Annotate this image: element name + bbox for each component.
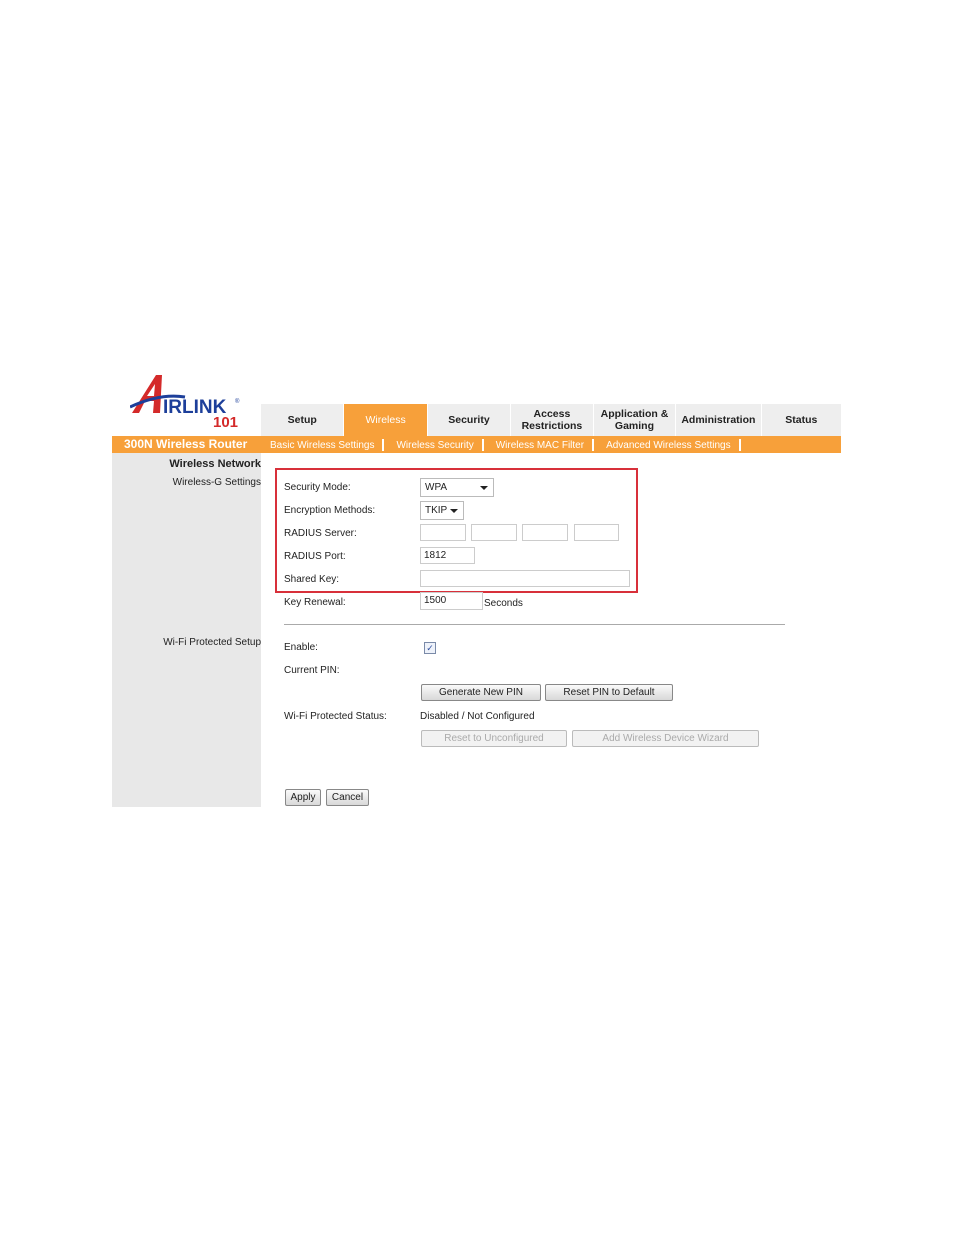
add-device-wizard-button[interactable]: Add Wireless Device Wizard [572, 730, 759, 747]
key-renewal-input[interactable]: 1500 [420, 592, 483, 610]
subnav-advanced-wireless[interactable]: Advanced Wireless Settings [594, 440, 739, 451]
key-renewal-label: Key Renewal: [284, 597, 346, 608]
wps-enable-label: Enable: [284, 642, 318, 653]
tab-status[interactable]: Status [762, 404, 841, 436]
radius-server-octet-4[interactable] [574, 524, 619, 541]
tab-setup[interactable]: Setup [261, 404, 345, 436]
tab-wireless[interactable]: Wireless [344, 404, 428, 436]
cancel-button[interactable]: Cancel [326, 789, 369, 806]
encryption-label: Encryption Methods: [284, 505, 376, 516]
product-name: 300N Wireless Router [124, 437, 248, 451]
reset-pin-button[interactable]: Reset PIN to Default [545, 684, 673, 701]
radius-port-label: RADIUS Port: [284, 551, 346, 562]
svg-text:101: 101 [213, 414, 238, 429]
radius-server-octet-2[interactable] [471, 524, 517, 541]
reset-unconfigured-button[interactable]: Reset to Unconfigured [421, 730, 567, 747]
encryption-value: TKIP [425, 505, 448, 516]
main-nav: Setup Wireless Security Access Restricti… [261, 404, 841, 436]
tab-application-gaming[interactable]: Application & Gaming [594, 404, 677, 436]
radius-server-octet-1[interactable] [420, 524, 466, 541]
airlink-logo: IRLINK ® 101 [130, 375, 240, 429]
radius-port-input[interactable]: 1812 [420, 547, 475, 564]
tab-security[interactable]: Security [428, 404, 512, 436]
subnav-wireless-security[interactable]: Wireless Security [384, 440, 481, 451]
security-mode-label: Security Mode: [284, 482, 351, 493]
apply-button[interactable]: Apply [285, 789, 321, 806]
divider [284, 624, 785, 625]
subnav-basic-wireless[interactable]: Basic Wireless Settings [270, 440, 382, 451]
radius-server-octet-3[interactable] [522, 524, 568, 541]
current-pin-label: Current PIN: [284, 665, 340, 676]
encryption-select[interactable]: TKIP [420, 501, 464, 520]
shared-key-input[interactable] [420, 570, 630, 587]
sidebar-item-wireless-g: Wireless-G Settings [172, 477, 261, 488]
tab-access-restrictions[interactable]: Access Restrictions [511, 404, 594, 436]
wps-status-label: Wi-Fi Protected Status: [284, 711, 387, 722]
wps-enable-checkbox[interactable]: ✓ [424, 642, 436, 654]
security-mode-value: WPA [425, 482, 448, 493]
sidebar-wps-label: Wi-Fi Protected Setup [163, 637, 261, 648]
chevron-down-icon [480, 486, 488, 490]
sidebar [112, 453, 261, 807]
subnav: Basic Wireless Settings Wireless Securit… [270, 439, 741, 451]
chevron-down-icon [450, 509, 458, 513]
sidebar-section-title: Wireless Network [169, 458, 261, 470]
radius-server-label: RADIUS Server: [284, 528, 357, 539]
subnav-mac-filter[interactable]: Wireless MAC Filter [484, 440, 592, 451]
security-mode-select[interactable]: WPA [420, 478, 494, 497]
wps-status-value: Disabled / Not Configured [420, 711, 535, 722]
tab-administration[interactable]: Administration [676, 404, 762, 436]
generate-pin-button[interactable]: Generate New PIN [421, 684, 541, 701]
svg-text:®: ® [235, 398, 240, 405]
shared-key-label: Shared Key: [284, 574, 340, 585]
key-renewal-unit: Seconds [484, 598, 523, 609]
